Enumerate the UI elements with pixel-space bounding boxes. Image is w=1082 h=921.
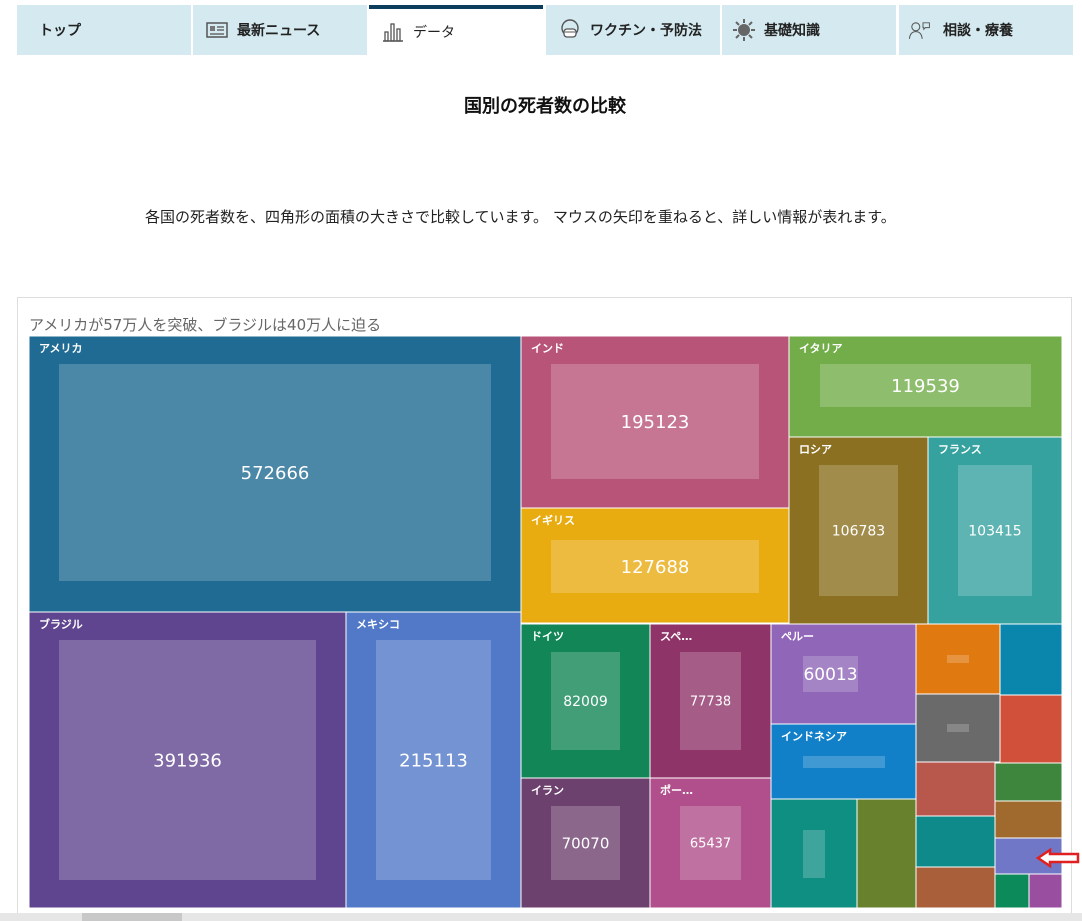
treemap-cell[interactable]: インドネシア [770, 723, 917, 800]
page-title: 国別の死者数の比較 [464, 96, 626, 117]
tab-top[interactable]: トップ [17, 5, 191, 55]
scrollbar-thumb[interactable] [82, 913, 182, 921]
treemap-country-label: メキシコ [356, 618, 400, 631]
treemap-value-label: 77738 [690, 695, 731, 710]
treemap-value-label: 103415 [968, 524, 1021, 540]
tab-bar: トップ 最新ニュース データ ワクチン・予防法 基礎知識 相談・療養 [17, 5, 1073, 57]
treemap-cell[interactable] [915, 761, 996, 817]
treemap-tile[interactable] [994, 873, 1030, 909]
treemap-cell[interactable]: 195123 インド [520, 335, 790, 509]
treemap-tile[interactable] [999, 694, 1063, 764]
treemap-tile[interactable] [915, 866, 996, 909]
treemap-cell[interactable] [770, 798, 858, 909]
treemap-cell[interactable]: 215113 メキシコ [345, 611, 522, 909]
treemap-tile[interactable] [999, 623, 1063, 696]
horizontal-scrollbar[interactable] [0, 913, 1082, 921]
mask-icon [558, 18, 582, 42]
treemap-value-label: 60013 [803, 665, 857, 685]
treemap-cell[interactable] [994, 762, 1063, 802]
treemap-value-label: 82009 [563, 694, 608, 710]
treemap-country-label: ポー… [660, 783, 693, 797]
tab-data[interactable]: データ [369, 5, 543, 55]
treemap-cell[interactable]: 127688 イギリス [520, 507, 790, 624]
treemap-country-label: ブラジル [39, 617, 83, 631]
treemap-cell[interactable] [915, 815, 996, 868]
treemap-inner-box [947, 655, 969, 663]
treemap-country-label: インドネシア [781, 730, 847, 743]
treemap-tile[interactable] [994, 800, 1063, 839]
treemap-cell[interactable]: 60013 ペルー [770, 623, 917, 725]
virus-icon [732, 18, 756, 42]
treemap-cell[interactable]: 119539 イタリア [788, 335, 1063, 438]
tab-basics[interactable]: 基礎知識 [722, 5, 896, 55]
tab-news[interactable]: 最新ニュース [193, 5, 367, 55]
treemap-cell[interactable] [994, 837, 1063, 875]
tab-consult[interactable]: 相談・療養 [899, 5, 1073, 55]
treemap-cell[interactable]: 572666 アメリカ [28, 335, 522, 613]
tab-consult-label: 相談・療養 [943, 23, 1013, 39]
treemap-country-label: スペ… [660, 630, 692, 643]
treemap-value-label: 127688 [621, 557, 690, 578]
treemap-tile[interactable] [1028, 873, 1063, 909]
treemap-inner-box [803, 756, 885, 768]
treemap-country-label: イラン [531, 784, 564, 797]
treemap-value-label: 391936 [153, 750, 222, 771]
treemap-cell[interactable]: 106783 ロシア [788, 436, 929, 625]
bar-chart-icon [381, 20, 405, 44]
treemap-cell[interactable] [999, 694, 1063, 764]
chart-title: アメリカが57万人を突破、ブラジルは40万人に迫る [29, 316, 382, 334]
treemap-inner-box [947, 724, 969, 732]
treemap-value-label: 70070 [562, 834, 610, 852]
treemap-cell[interactable]: 82009 ドイツ [520, 623, 651, 779]
treemap-country-label: イタリア [799, 342, 843, 355]
tab-data-label: データ [413, 25, 455, 41]
treemap-inner-box [803, 830, 825, 878]
treemap-cell[interactable] [994, 873, 1030, 909]
treemap-cell[interactable]: 70070 イラン [520, 777, 651, 909]
treemap-cell[interactable]: 65437 ポー… [649, 777, 772, 909]
treemap-chart: 572666アメリカ391936ブラジル215113メキシコ195123インド1… [28, 335, 1080, 909]
treemap-country-label: ロシア [799, 443, 832, 456]
treemap-tile[interactable] [915, 761, 996, 817]
consult-icon [907, 18, 937, 42]
treemap-cell[interactable] [915, 623, 1001, 695]
treemap-value-label: 215113 [399, 750, 468, 771]
treemap-cell[interactable]: 103415 フランス [927, 436, 1063, 625]
treemap-value-label: 195123 [621, 412, 690, 433]
treemap-country-label: インド [531, 342, 564, 355]
treemap-cell[interactable] [856, 798, 917, 909]
tab-vaccine-label: ワクチン・予防法 [590, 23, 702, 39]
tab-news-label: 最新ニュース [237, 23, 321, 39]
treemap-cell[interactable] [994, 800, 1063, 839]
treemap-cell[interactable]: 77738 スペ… [649, 623, 772, 779]
treemap-country-label: ドイツ [531, 630, 564, 643]
treemap-cell[interactable] [915, 866, 996, 909]
tab-vaccine[interactable]: ワクチン・予防法 [546, 5, 720, 55]
treemap-country-label: ペルー [781, 630, 814, 643]
page-description: 各国の死者数を、四角形の面積の大きさで比較しています。 マウスの矢印を重ねると、… [145, 208, 896, 226]
tab-top-label: トップ [39, 23, 81, 39]
treemap-country-label: アメリカ [39, 342, 82, 355]
treemap-tile[interactable] [915, 815, 996, 868]
treemap-tile[interactable] [994, 762, 1063, 802]
treemap-country-label: イギリス [531, 513, 575, 527]
treemap-tile[interactable] [856, 798, 917, 909]
tab-basics-label: 基礎知識 [764, 23, 820, 39]
treemap-value-label: 65437 [690, 837, 731, 852]
treemap-cell[interactable] [999, 623, 1063, 696]
treemap-country-label: フランス [938, 443, 982, 456]
treemap-cell[interactable] [1028, 873, 1063, 909]
treemap-cell[interactable] [915, 693, 1001, 763]
treemap-value-label: 119539 [891, 376, 960, 397]
treemap-cell[interactable]: 391936 ブラジル [28, 611, 347, 909]
treemap-value-label: 106783 [832, 524, 885, 540]
treemap-value-label: 572666 [241, 463, 310, 484]
treemap-tile[interactable] [994, 837, 1063, 875]
newspaper-icon [205, 18, 229, 42]
